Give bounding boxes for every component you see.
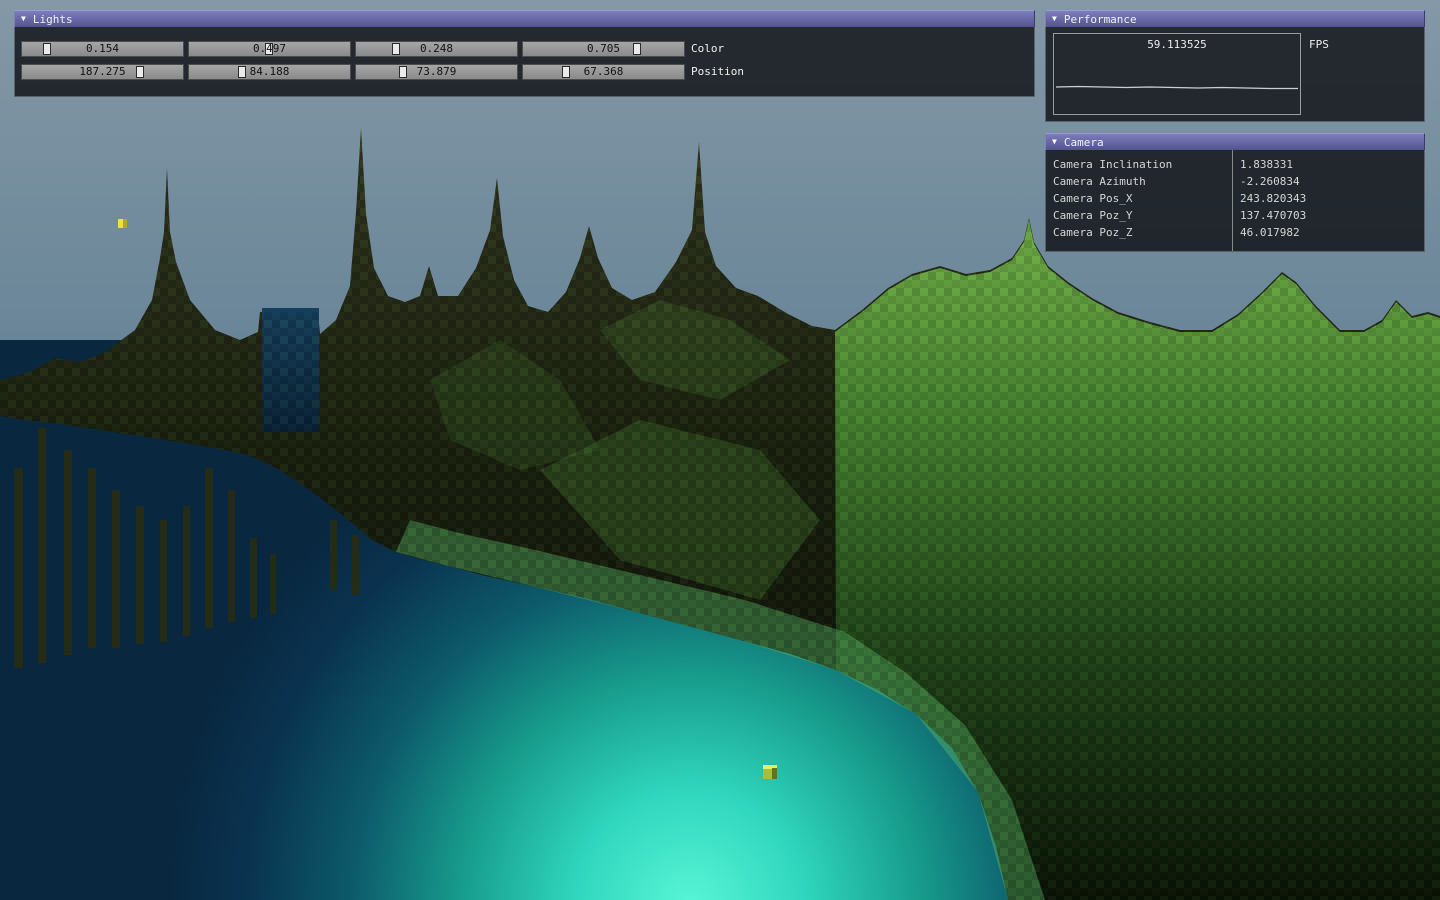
slider-position-1[interactable]: 187.275	[21, 64, 184, 80]
camera-row-value[interactable]: 1.838331	[1232, 156, 1293, 173]
camera-row-label: Camera Inclination	[1046, 156, 1232, 173]
collapse-icon[interactable]: ▼	[1052, 138, 1057, 146]
camera-row-value[interactable]: 243.820343	[1232, 190, 1306, 207]
camera-panel-header[interactable]: ▼ Camera	[1045, 133, 1425, 150]
camera-row: Camera Poz_Y 137.470703	[1046, 207, 1424, 224]
panel-title: Camera	[1064, 136, 1104, 149]
slider-position-4[interactable]: 67.368	[522, 64, 685, 80]
camera-row-label: Camera Azimuth	[1046, 173, 1232, 190]
slider-position-3[interactable]: 73.879	[355, 64, 518, 80]
slider-position-2[interactable]: 84.188	[188, 64, 351, 80]
collapse-icon[interactable]: ▼	[21, 15, 26, 23]
camera-row-label: Camera Pos_X	[1046, 190, 1232, 207]
slider-value: 0.154	[22, 42, 183, 56]
camera-row-value[interactable]: -2.260834	[1232, 173, 1300, 190]
color-row-label: Color	[691, 41, 724, 57]
camera-row-value[interactable]: 46.017982	[1232, 224, 1300, 241]
app-window: ▼ Lights 0.154 0.497 0.248 0.705 Color	[0, 0, 1440, 900]
performance-panel-body: 59.113525 FPS	[1045, 27, 1425, 122]
camera-row-value[interactable]: 137.470703	[1232, 207, 1306, 224]
performance-panel: ▼ Performance 59.113525 FPS	[1045, 10, 1425, 122]
camera-panel-body: Camera Inclination 1.838331 Camera Azimu…	[1045, 150, 1425, 252]
fps-graph: 59.113525	[1053, 33, 1301, 115]
camera-row: Camera Poz_Z 46.017982	[1046, 224, 1424, 241]
slider-value: 0.705	[523, 42, 684, 56]
light-gizmo-icon	[118, 219, 127, 228]
slider-color-2[interactable]: 0.497	[188, 41, 351, 57]
fps-value: 59.113525	[1054, 38, 1300, 51]
lights-panel: ▼ Lights 0.154 0.497 0.248 0.705 Color	[14, 10, 1035, 97]
lights-panel-header[interactable]: ▼ Lights	[14, 10, 1035, 27]
slider-value: 84.188	[189, 65, 350, 79]
performance-panel-header[interactable]: ▼ Performance	[1045, 10, 1425, 27]
slider-value: 67.368	[523, 65, 684, 79]
camera-row-label: Camera Poz_Z	[1046, 224, 1232, 241]
camera-row: Camera Inclination 1.838331	[1046, 156, 1424, 173]
fps-label: FPS	[1309, 38, 1329, 51]
slider-color-1[interactable]: 0.154	[21, 41, 184, 57]
camera-row: Camera Pos_X 243.820343	[1046, 190, 1424, 207]
lights-panel-body: 0.154 0.497 0.248 0.705 Color 187.275	[14, 27, 1035, 97]
slider-color-4[interactable]: 0.705	[522, 41, 685, 57]
slider-value: 187.275	[22, 65, 183, 79]
collapse-icon[interactable]: ▼	[1052, 15, 1057, 23]
slider-value: 0.497	[189, 42, 350, 56]
slider-value: 0.248	[356, 42, 517, 56]
slider-value: 73.879	[356, 65, 517, 79]
camera-panel: ▼ Camera Camera Inclination 1.838331 Cam…	[1045, 133, 1425, 252]
camera-row: Camera Azimuth -2.260834	[1046, 173, 1424, 190]
position-row-label: Position	[691, 64, 744, 80]
camera-row-label: Camera Poz_Y	[1046, 207, 1232, 224]
panel-title: Lights	[33, 13, 73, 26]
slider-color-3[interactable]: 0.248	[355, 41, 518, 57]
light-cube-icon	[763, 765, 777, 779]
panel-title: Performance	[1064, 13, 1137, 26]
